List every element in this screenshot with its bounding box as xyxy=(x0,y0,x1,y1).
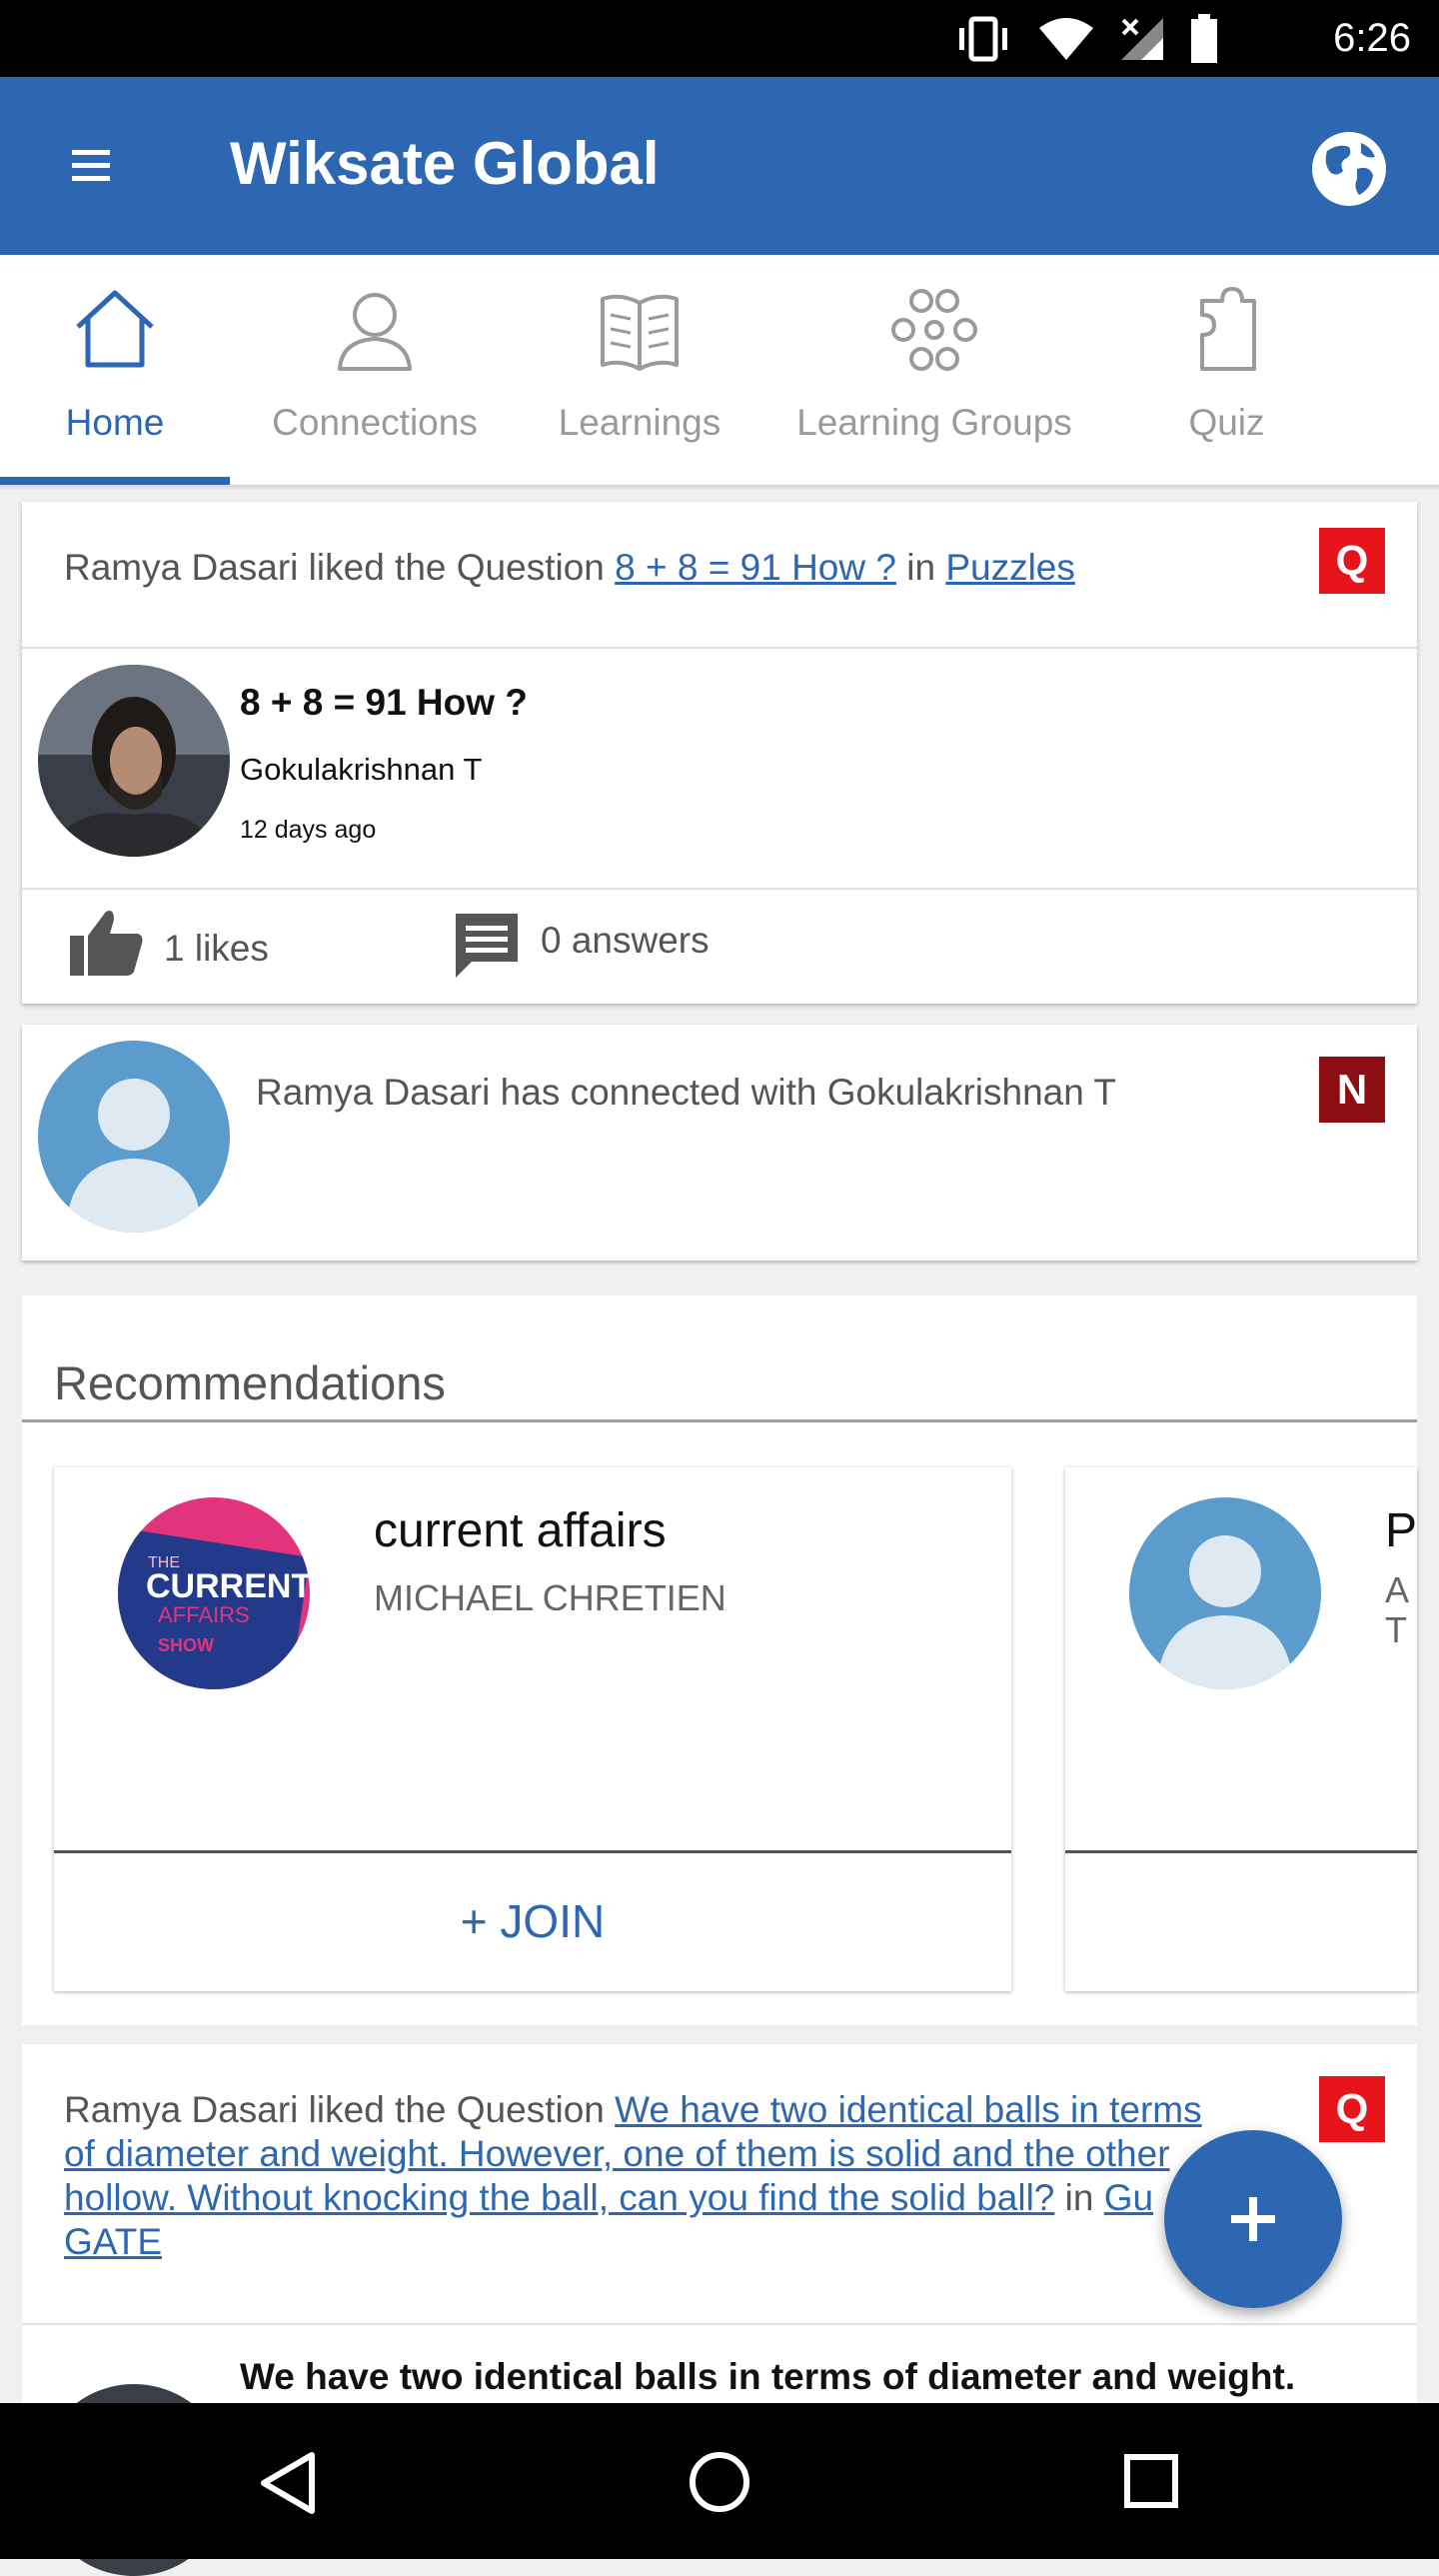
activity-prefix: Ramya Dasari liked the Question xyxy=(64,2089,616,2130)
news-badge: N xyxy=(1319,1057,1385,1123)
recommendations-title: Recommendations xyxy=(54,1356,446,1409)
category-link[interactable]: Gu xyxy=(1104,2177,1153,2218)
plus-icon xyxy=(1231,2197,1275,2241)
default-avatar-icon xyxy=(38,1041,230,1233)
thumbs-up-icon[interactable] xyxy=(68,906,146,978)
question-badge: Q xyxy=(1319,2076,1385,2142)
home-nav-icon[interactable] xyxy=(689,2451,750,2513)
app-bar: Wiksate Global xyxy=(0,77,1439,255)
avatar xyxy=(1129,1497,1321,1689)
recents-icon[interactable] xyxy=(1123,2453,1179,2509)
vibrate-icon xyxy=(959,16,1007,62)
group-logo: THE CURRENT AFFAIRS SHOW xyxy=(118,1497,310,1689)
feed-card-question[interactable]: Ramya Dasari liked the Question 8 + 8 = … xyxy=(22,502,1417,1004)
logo-text-affairs: AFFAIRS xyxy=(158,1602,250,1627)
tab-home[interactable]: Home xyxy=(0,255,230,485)
book-icon xyxy=(601,294,679,371)
activity-text: Ramya Dasari liked the Question 8 + 8 = … xyxy=(64,546,1075,590)
status-bar: 6:26 xyxy=(0,0,1439,77)
add-fab-button[interactable] xyxy=(1164,2130,1342,2308)
group-icon xyxy=(891,289,977,371)
tab-connections[interactable]: Connections xyxy=(250,255,500,485)
tab-learning-groups[interactable]: Learning Groups xyxy=(779,255,1089,485)
divider xyxy=(22,888,1417,890)
question-time: 12 days ago xyxy=(240,816,377,844)
battery-icon xyxy=(1191,14,1217,63)
recommendation-card[interactable]: P A T xyxy=(1065,1467,1417,1991)
app-title: Wiksate Global xyxy=(230,130,660,197)
question-title[interactable]: 8 + 8 = 91 How ? xyxy=(240,682,528,724)
wifi-icon xyxy=(1039,18,1093,60)
activity-in: in xyxy=(1054,2177,1104,2218)
group-owner: MICHAEL CHRETIEN xyxy=(374,1577,726,1618)
logo-text-show: SHOW xyxy=(158,1635,214,1655)
likes-count: 1 likes xyxy=(164,928,269,969)
menu-button[interactable] xyxy=(56,131,126,201)
answers-count[interactable]: 0 answers xyxy=(541,920,710,962)
divider xyxy=(22,2323,1417,2325)
globe-icon xyxy=(1312,132,1386,206)
current-affairs-logo: THE CURRENT AFFAIRS SHOW xyxy=(118,1497,310,1689)
connection-text: Ramya Dasari has connected with Gokulakr… xyxy=(256,1072,1117,1113)
group-owner: A xyxy=(1385,1569,1410,1610)
menu-icon xyxy=(72,150,110,155)
tab-label: Learning Groups xyxy=(796,402,1072,443)
activity-prefix: Ramya Dasari liked the Question xyxy=(64,547,616,588)
category-link-line2[interactable]: GATE xyxy=(64,2221,162,2262)
tab-bar: Home Connections Learnings Learning Grou… xyxy=(0,255,1439,485)
divider xyxy=(1065,1850,1417,1853)
group-name[interactable]: current affairs xyxy=(374,1503,667,1558)
avatar[interactable] xyxy=(38,1041,230,1233)
default-avatar-icon xyxy=(1129,1497,1321,1689)
tab-label: Quiz xyxy=(1188,402,1265,443)
tab-label: Home xyxy=(65,402,165,443)
activity-text: Ramya Dasari liked the Question We have … xyxy=(64,2088,1263,2264)
activity-in: in xyxy=(895,547,946,588)
person-icon xyxy=(338,293,412,371)
question-title[interactable]: We have two identical balls in terms of … xyxy=(240,2356,1295,2398)
question-link-line3[interactable]: hollow. Without knocking the ball, can y… xyxy=(64,2177,1054,2218)
quiz-icon xyxy=(1199,287,1256,371)
question-author[interactable]: Gokulakrishnan T xyxy=(240,752,482,788)
system-nav-bar xyxy=(0,2403,1439,2559)
question-link[interactable]: We have two identical balls in terms xyxy=(615,2089,1201,2130)
feed-card-connection[interactable]: Ramya Dasari has connected with Gokulakr… xyxy=(22,1025,1417,1261)
question-link[interactable]: 8 + 8 = 91 How ? xyxy=(615,547,896,588)
tab-label: Connections xyxy=(272,402,478,443)
menu-icon-bar xyxy=(72,176,110,181)
join-button[interactable]: + JOIN xyxy=(54,1852,1011,1991)
clock: 6:26 xyxy=(1333,16,1411,60)
tab-learnings[interactable]: Learnings xyxy=(530,255,749,485)
logo-text-current: CURRENT xyxy=(146,1567,310,1605)
group-name[interactable]: P xyxy=(1385,1503,1417,1558)
divider xyxy=(22,647,1417,649)
recommendations-section: Recommendations THE CURRENT AFFAIRS SHOW… xyxy=(22,1295,1417,2025)
category-link[interactable]: Puzzles xyxy=(945,547,1075,588)
tab-quiz[interactable]: Quiz xyxy=(1139,255,1314,485)
status-icons xyxy=(953,14,1219,64)
question-link-line2[interactable]: of diameter and weight. However, one of … xyxy=(64,2133,1170,2174)
globe-button[interactable] xyxy=(1309,129,1389,209)
menu-icon-bar xyxy=(72,163,110,168)
avatar[interactable] xyxy=(38,665,230,857)
tab-label: Learnings xyxy=(558,402,721,443)
signal-icon xyxy=(1121,18,1163,60)
tab-bar-shadow xyxy=(0,485,1439,491)
question-badge: Q xyxy=(1319,528,1385,594)
tab-indicator xyxy=(0,477,230,485)
back-icon[interactable] xyxy=(258,2451,318,2515)
home-icon xyxy=(76,290,154,368)
recommendation-card[interactable]: THE CURRENT AFFAIRS SHOW current affairs… xyxy=(54,1467,1011,1991)
comment-icon[interactable] xyxy=(452,910,522,980)
divider xyxy=(22,1419,1417,1422)
group-owner-line2: T xyxy=(1385,1609,1407,1650)
author-photo xyxy=(38,665,230,857)
